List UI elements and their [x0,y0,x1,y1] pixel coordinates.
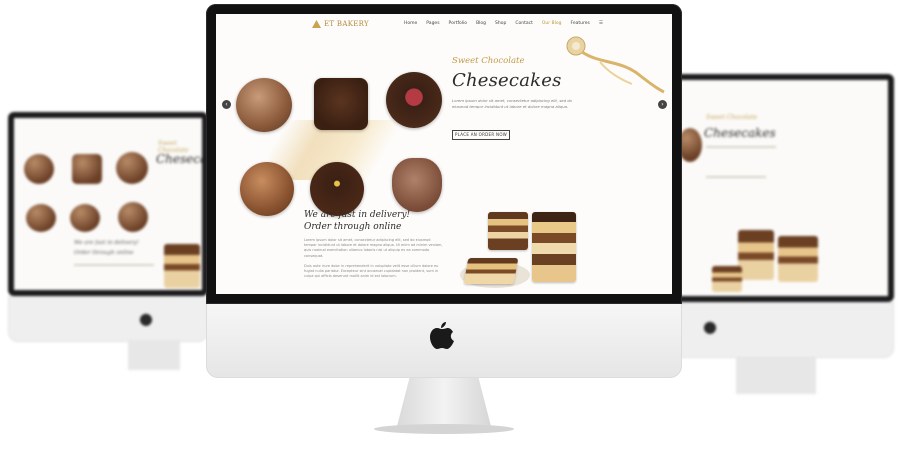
main-menu: Home Pages Portfolio Blog Shop Contact O… [404,21,603,26]
hero-title: Chesecakes [156,152,202,166]
chocolate-image [310,162,364,216]
menu-item-contact[interactable]: Contact [515,21,533,26]
apple-logo-icon [430,322,454,349]
slider-prev-icon[interactable]: ‹ [222,100,231,109]
website-screen: ET BAKERY Home Pages Portfolio Blog Shop… [216,14,672,294]
hero-chocolates-image [222,44,442,216]
logo-text: ET BAKERY [324,20,369,28]
delivery-title-line1: We are fast in delivery! [304,210,411,220]
monitor-screen: Sweet Chocolate Chesecakes We are fast i… [14,118,202,290]
menu-item-features[interactable]: Features [570,21,589,26]
apple-logo-icon: ● [139,309,153,328]
monitor-stand [128,340,180,370]
delivery-paragraph: Duis aute irure dolor in reprehenderit i… [304,264,439,279]
hero-description: Lorem ipsum dolor sit amet, consectetur … [452,98,572,109]
chocolate-image [386,72,442,128]
menu-item-pages[interactable]: Pages [426,21,439,26]
cake-slice-image [488,212,528,250]
delivery-title-line2: Order through online [74,250,134,256]
menu-item-portfolio[interactable]: Portfolio [449,21,468,26]
monitor-stand [736,358,816,394]
chocolate-image [72,154,102,184]
hero-title: Chesecakes [704,126,776,140]
chocolate-image [240,162,294,216]
chocolate-image [236,78,292,132]
hero-subtitle: Sweet Chocolate [706,114,758,121]
chocolate-image [24,154,54,184]
delivery-paragraph: Lorem ipsum dolor sit amet, consectetur … [304,238,443,258]
background-monitor-right: Sweet Chocolate Chesecakes ● [672,74,894,412]
apple-logo-icon: ● [703,317,717,336]
chocolate-image [118,202,148,232]
slider-next-icon[interactable]: › [658,100,667,109]
menu-item-home[interactable]: Home [404,21,417,26]
cake-image [164,244,200,288]
text-line [74,264,154,266]
delivery-title-line1: We are fast in delivery! [74,240,139,246]
menu-item-shop[interactable]: Shop [495,21,506,26]
chocolate-image [314,78,368,130]
site-navbar: ET BAKERY Home Pages Portfolio Blog Shop… [216,14,672,36]
menu-item-our-blog[interactable]: Our Blog [542,21,562,26]
hero-subtitle: Sweet Chocolate [452,56,525,66]
cake-image [778,236,818,282]
logo-icon [312,20,321,28]
chocolate-image [26,204,56,232]
monitor-frame: Sweet Chocolate Chesecakes [672,74,894,302]
background-monitor-left: Sweet Chocolate Chesecakes We are fast i… [8,112,208,372]
monitor-stand [396,378,492,430]
monitor-chin: ● [672,302,894,358]
cart-icon[interactable]: ☰ [599,21,603,26]
place-order-button[interactable]: PLACE AN ORDER NOW [452,130,510,140]
monitor-frame: Sweet Chocolate Chesecakes We are fast i… [8,112,208,296]
text-line [706,176,766,178]
monitor-frame: ET BAKERY Home Pages Portfolio Blog Shop… [206,4,682,304]
monitor-stand-base [374,424,514,434]
text-line [706,146,776,148]
site-logo[interactable]: ET BAKERY [312,20,369,28]
main-monitor: ET BAKERY Home Pages Portfolio Blog Shop… [206,4,682,440]
cake-image [738,230,774,280]
cake-image [712,266,742,292]
cake-slice-image [532,212,576,282]
caramel-swirl-decoration [566,36,665,94]
chocolate-image [70,204,100,232]
hero-title: Chesecakes [452,70,562,91]
menu-item-blog[interactable]: Blog [476,21,486,26]
delivery-title-line2: Order through online [304,222,402,232]
chocolate-image [116,152,148,184]
chocolate-image [392,158,442,212]
cake-slice-image [463,258,519,284]
monitor-chin: ● [8,296,208,342]
monitor-screen: Sweet Chocolate Chesecakes [678,80,888,296]
